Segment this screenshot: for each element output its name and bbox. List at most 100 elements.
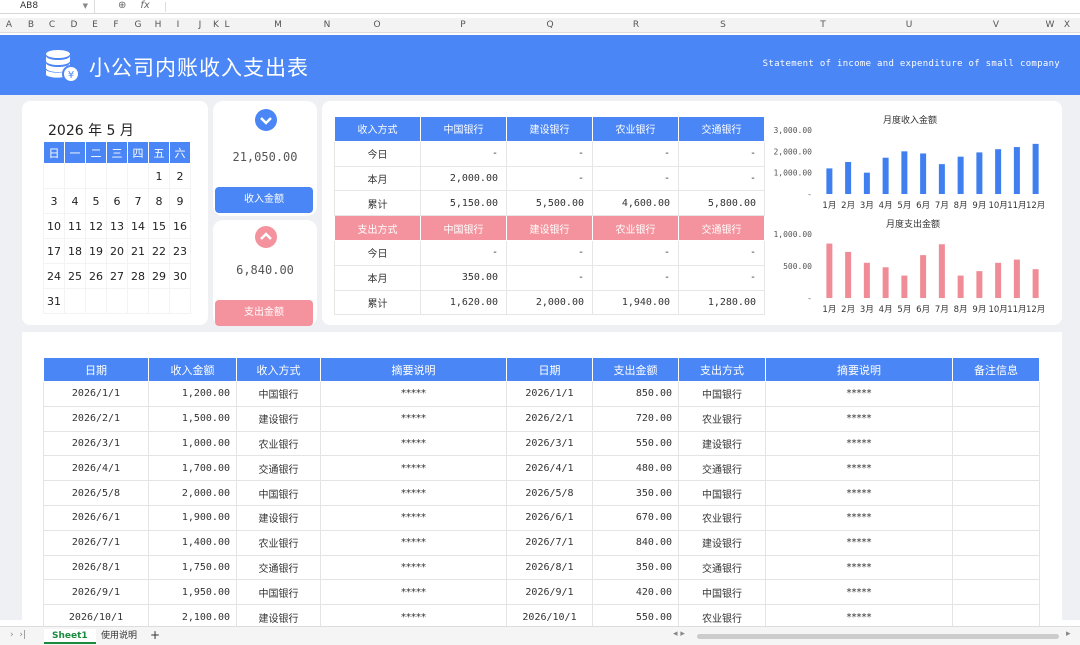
- table-cell[interactable]: 2026/5/8: [506, 480, 593, 506]
- table-cell[interactable]: 中国银行: [678, 579, 766, 606]
- column-header[interactable]: 支出方式: [678, 357, 766, 382]
- column-header-cell[interactable]: A: [6, 20, 12, 30]
- column-header-cell[interactable]: O: [373, 20, 380, 30]
- table-cell[interactable]: *****: [765, 381, 953, 407]
- column-header[interactable]: 日期: [43, 357, 149, 382]
- bar[interactable]: [995, 262, 1002, 298]
- table-cell[interactable]: *****: [320, 579, 507, 606]
- calendar-day[interactable]: 3: [43, 188, 65, 214]
- calendar-day[interactable]: 2: [169, 163, 191, 189]
- table-cell[interactable]: 交通银行: [678, 554, 766, 581]
- calendar-day[interactable]: [85, 288, 107, 314]
- bar[interactable]: [957, 156, 964, 194]
- calendar-day[interactable]: 30: [169, 263, 191, 289]
- table-cell[interactable]: [952, 504, 1040, 531]
- summary-cell[interactable]: -: [506, 165, 593, 192]
- calendar-day[interactable]: [127, 288, 149, 314]
- table-cell[interactable]: *****: [320, 381, 507, 407]
- table-cell[interactable]: 2026/9/1: [506, 579, 593, 606]
- column-header-cell[interactable]: N: [324, 20, 331, 30]
- column-header-cell[interactable]: B: [28, 20, 34, 30]
- table-cell[interactable]: 2026/2/1: [43, 405, 149, 432]
- column-header[interactable]: 备注信息: [952, 357, 1040, 382]
- table-cell[interactable]: *****: [320, 480, 507, 506]
- bar[interactable]: [901, 151, 908, 194]
- summary-cell[interactable]: -: [678, 165, 765, 192]
- table-cell[interactable]: 1,000.00: [148, 430, 237, 457]
- calendar-day[interactable]: 18: [64, 238, 86, 264]
- column-header-cell[interactable]: J: [199, 20, 202, 30]
- table-cell[interactable]: 交通银行: [236, 554, 321, 581]
- table-cell[interactable]: *****: [765, 529, 953, 556]
- column-header[interactable]: 收入金额: [148, 357, 237, 382]
- table-cell[interactable]: 农业银行: [678, 504, 766, 531]
- table-cell[interactable]: *****: [320, 430, 507, 457]
- bar[interactable]: [826, 168, 833, 194]
- summary-cell[interactable]: 5,150.00: [420, 190, 507, 217]
- calendar-day[interactable]: 8: [148, 188, 170, 214]
- summary-cell[interactable]: -: [678, 239, 765, 266]
- summary-cell[interactable]: -: [592, 264, 679, 291]
- table-cell[interactable]: 1,900.00: [148, 504, 237, 531]
- bar[interactable]: [845, 162, 852, 194]
- table-cell[interactable]: 中国银行: [236, 381, 321, 407]
- table-cell[interactable]: 2026/4/1: [43, 455, 149, 482]
- column-header-cell[interactable]: P: [460, 20, 465, 30]
- table-cell[interactable]: 1,200.00: [148, 381, 237, 407]
- table-cell[interactable]: 840.00: [592, 529, 679, 556]
- summary-cell[interactable]: 4,600.00: [592, 190, 679, 217]
- table-cell[interactable]: 2026/7/1: [506, 529, 593, 556]
- table-cell[interactable]: 中国银行: [678, 480, 766, 506]
- column-header-cell[interactable]: I: [177, 20, 180, 30]
- table-cell[interactable]: *****: [320, 554, 507, 581]
- expense-amount-button[interactable]: 支出金额: [215, 300, 313, 326]
- calendar-day[interactable]: 13: [106, 213, 128, 239]
- calendar-day[interactable]: 28: [127, 263, 149, 289]
- table-cell[interactable]: 2026/2/1: [506, 405, 593, 432]
- calendar-day[interactable]: 26: [85, 263, 107, 289]
- column-header[interactable]: 日期: [506, 357, 593, 382]
- table-cell[interactable]: 中国银行: [236, 480, 321, 506]
- table-cell[interactable]: *****: [765, 405, 953, 432]
- bar[interactable]: [995, 149, 1002, 194]
- column-header-cell[interactable]: H: [155, 20, 162, 30]
- table-cell[interactable]: 350.00: [592, 554, 679, 581]
- calendar-day[interactable]: 15: [148, 213, 170, 239]
- table-cell[interactable]: 1,700.00: [148, 455, 237, 482]
- table-cell[interactable]: *****: [765, 480, 953, 506]
- bar[interactable]: [976, 271, 983, 298]
- table-cell[interactable]: 850.00: [592, 381, 679, 407]
- summary-cell[interactable]: -: [506, 264, 593, 291]
- calendar-day[interactable]: [43, 163, 65, 189]
- table-cell[interactable]: 建设银行: [678, 529, 766, 556]
- calendar-day[interactable]: 17: [43, 238, 65, 264]
- summary-cell[interactable]: -: [678, 140, 765, 167]
- column-header-cell[interactable]: V: [993, 20, 999, 30]
- column-header-cell[interactable]: W: [1046, 20, 1055, 30]
- table-cell[interactable]: [952, 480, 1040, 506]
- table-cell[interactable]: 2026/5/8: [43, 480, 149, 506]
- bar[interactable]: [863, 172, 870, 194]
- calendar-day[interactable]: 10: [43, 213, 65, 239]
- table-cell[interactable]: 2026/9/1: [43, 579, 149, 606]
- fx-icon[interactable]: fx: [140, 0, 149, 11]
- table-cell[interactable]: 420.00: [592, 579, 679, 606]
- table-cell[interactable]: 1,950.00: [148, 579, 237, 606]
- scroll-left-icon[interactable]: ◂ ▸: [673, 629, 685, 639]
- column-header[interactable]: 摘要说明: [765, 357, 953, 382]
- calendar-day[interactable]: [148, 288, 170, 314]
- calendar-day[interactable]: 5: [85, 188, 107, 214]
- summary-cell[interactable]: 2,000.00: [420, 165, 507, 192]
- summary-cell[interactable]: -: [592, 239, 679, 266]
- table-cell[interactable]: [952, 381, 1040, 407]
- calendar-day[interactable]: 22: [148, 238, 170, 264]
- column-header-cell[interactable]: G: [135, 20, 142, 30]
- table-cell[interactable]: 2026/3/1: [43, 430, 149, 457]
- column-header-cell[interactable]: R: [633, 20, 639, 30]
- calendar-day[interactable]: 25: [64, 263, 86, 289]
- table-cell[interactable]: 720.00: [592, 405, 679, 432]
- table-cell[interactable]: 1,400.00: [148, 529, 237, 556]
- calendar-day[interactable]: [106, 163, 128, 189]
- summary-cell[interactable]: -: [506, 239, 593, 266]
- summary-cell[interactable]: -: [592, 140, 679, 167]
